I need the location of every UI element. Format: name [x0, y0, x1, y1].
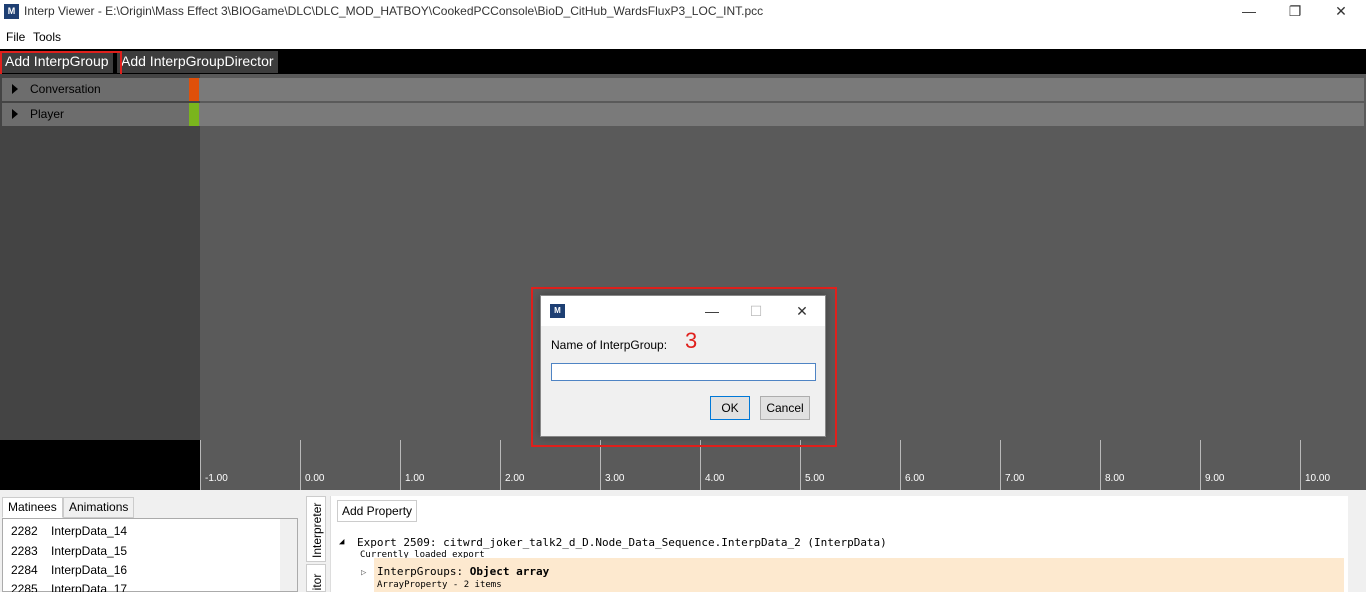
track-row-conversation — [2, 78, 1364, 101]
tab-animations[interactable]: Animations — [63, 497, 135, 518]
ruler-tick-label: 6.00 — [905, 473, 925, 484]
ruler-tick — [500, 440, 501, 490]
list-item[interactable]: 2284 InterpData_16 — [11, 563, 127, 577]
highlight-box-add-group — [0, 51, 122, 76]
ruler-tick — [1000, 440, 1001, 490]
toolbar: Add InterpGroup Add InterpGroupDirector — [0, 49, 1366, 74]
ruler-tick-label: 10.00 — [1305, 473, 1331, 484]
ruler-tick-label: 7.00 — [1005, 473, 1025, 484]
dialog-maximize-button: ☐ — [749, 303, 763, 319]
ruler-tick — [700, 440, 701, 490]
ruler-tick-label: 1.00 — [405, 473, 425, 484]
title-bar: M Interp Viewer - E:\Origin\Mass Effect … — [0, 0, 1366, 24]
restore-button[interactable]: ❐ — [1272, 0, 1318, 22]
menu-file[interactable]: File — [6, 30, 25, 44]
ruler-tick — [1200, 440, 1201, 490]
list-item[interactable]: 2285 InterpData_17 — [11, 582, 127, 592]
dialog-label: Name of InterpGroup: — [551, 338, 668, 352]
group-row-player[interactable]: Player — [2, 103, 189, 126]
group-panel — [0, 74, 200, 440]
ruler-tick-label: 2.00 — [505, 473, 525, 484]
app-icon: M — [4, 4, 19, 19]
side-tabs: Interpreter Editor — [306, 496, 326, 592]
tab-matinees[interactable]: Matinees — [2, 497, 63, 518]
group-label: Conversation — [30, 82, 101, 96]
list-scrollbar[interactable] — [280, 519, 297, 591]
ruler-tick-label: 0.00 — [305, 473, 325, 484]
property-panel: Add Property ◢ Export 2509: citwrd_joker… — [330, 496, 1366, 592]
ruler-tick-label: -1.00 — [205, 473, 228, 484]
group-color-bar — [189, 103, 199, 126]
timeline-ruler[interactable]: -1.00 0.00 1.00 2.00 3.00 4.00 5.00 6.00 7.00 8.0… — [200, 440, 1366, 490]
cancel-button[interactable]: Cancel — [760, 396, 810, 420]
close-button[interactable]: ✕ — [1318, 0, 1364, 22]
expand-arrow-icon[interactable] — [12, 109, 18, 119]
expand-arrow-icon[interactable] — [12, 84, 18, 94]
ruler-tick — [1300, 440, 1301, 490]
expand-arrow-icon[interactable]: ▷ — [361, 568, 366, 578]
export-header[interactable]: Export 2509: citwrd_joker_talk2_d_D.Node… — [357, 536, 887, 549]
ruler-tick — [600, 440, 601, 490]
annotation-3: 3 — [685, 328, 698, 353]
ruler-tick — [900, 440, 901, 490]
ruler-tick-label: 9.00 — [1205, 473, 1225, 484]
bottom-panel: Matinees Animations 2282 InterpData_14 22… — [0, 490, 1366, 592]
property-scrollbar[interactable] — [1348, 496, 1366, 592]
name-dialog: M — ☐ ✕ Name of InterpGroup: 3 OK Cancel — [540, 295, 826, 437]
ruler-tick — [800, 440, 801, 490]
ruler-spacer — [0, 440, 200, 490]
list-item[interactable]: 2282 InterpData_14 — [11, 524, 127, 538]
property-type: ArrayProperty - 2 items — [377, 580, 502, 590]
ruler-tick-label: 8.00 — [1105, 473, 1125, 484]
group-label: Player — [30, 107, 65, 121]
list-item[interactable]: 2283 InterpData_15 — [11, 544, 127, 558]
property-name: InterpGroups: Object array — [377, 565, 550, 578]
ruler-tick-label: 5.00 — [805, 473, 825, 484]
ruler-tick — [1100, 440, 1101, 490]
matinee-list[interactable]: 2282 InterpData_14 2283 InterpData_15 2284… — [2, 518, 298, 592]
dialog-title-bar: M — ☐ ✕ — [541, 296, 825, 326]
dialog-minimize-button[interactable]: — — [697, 300, 727, 322]
app-icon: M — [550, 304, 565, 318]
dialog-close-button[interactable]: ✕ — [787, 300, 817, 322]
group-color-bar — [189, 78, 199, 101]
interpgroup-name-input[interactable] — [551, 363, 816, 381]
tab-interpreter[interactable]: Interpreter — [306, 496, 326, 562]
ruler-tick-label: 3.00 — [605, 473, 625, 484]
ok-button[interactable]: OK — [710, 396, 750, 420]
track-row-player — [2, 103, 1364, 126]
menu-tools[interactable]: Tools — [33, 30, 61, 44]
ruler-tick — [200, 440, 201, 490]
add-property-button[interactable]: Add Property — [337, 500, 418, 522]
ruler-tick — [300, 440, 301, 490]
collapse-arrow-icon[interactable]: ◢ — [339, 537, 344, 547]
menu-bar: File Tools — [0, 26, 1366, 48]
window-title: Interp Viewer - E:\Origin\Mass Effect 3\… — [24, 4, 764, 18]
minimize-button[interactable]: — — [1226, 0, 1272, 22]
ruler-tick-label: 4.00 — [705, 473, 725, 484]
tab-editor[interactable]: Editor — [306, 564, 326, 592]
add-interpgroupdirector-button[interactable]: Add InterpGroupDirector — [117, 51, 278, 73]
ruler-tick — [400, 440, 401, 490]
group-row-conversation[interactable]: Conversation — [2, 78, 189, 101]
